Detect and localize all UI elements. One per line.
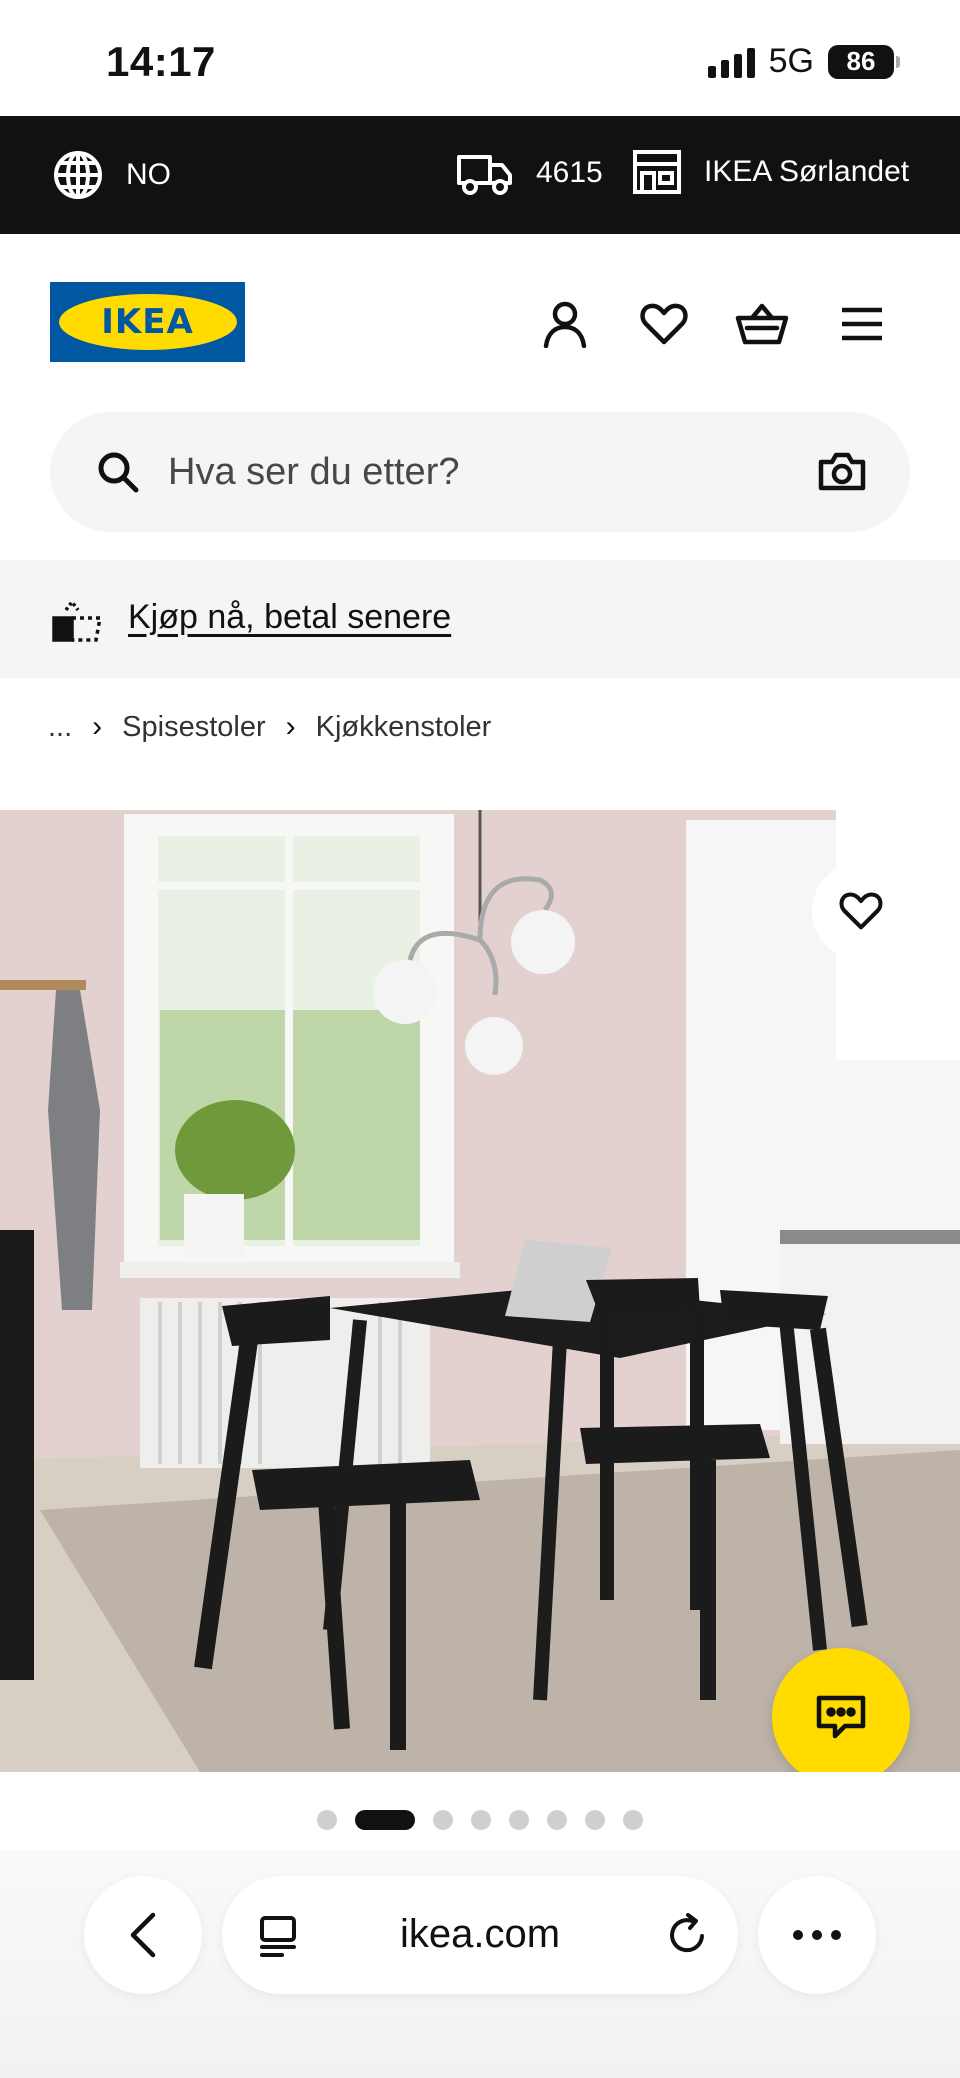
pay-later-link[interactable]: Kjøp nå, betal senere xyxy=(128,598,451,637)
delivery-postcode[interactable]: 4615 xyxy=(456,149,603,197)
carousel-dot[interactable] xyxy=(623,1810,643,1830)
carousel-dot[interactable] xyxy=(433,1810,453,1830)
carousel-dot[interactable] xyxy=(317,1810,337,1830)
basket-icon xyxy=(735,303,789,345)
truck-icon xyxy=(457,155,512,195)
chevron-right-icon: › xyxy=(92,710,103,743)
chat-icon xyxy=(816,1695,866,1739)
back-icon xyxy=(130,1912,156,1958)
store-icon xyxy=(633,150,681,194)
product-image[interactable] xyxy=(0,810,960,1772)
address-bar[interactable]: ikea.com xyxy=(222,1876,738,1994)
carousel-dot[interactable] xyxy=(547,1810,567,1830)
pay-later-icon xyxy=(52,599,102,642)
search-icon[interactable] xyxy=(96,450,140,494)
dining-room-photo xyxy=(0,810,960,1772)
top-utility-bar: NO 4615 IKEA Sørlandet xyxy=(0,116,960,234)
status-indicators: 5G 86 xyxy=(707,42,900,81)
search-bar xyxy=(50,412,910,532)
store-selector[interactable]: IKEA Sørlandet xyxy=(632,149,909,195)
wishlist-button[interactable] xyxy=(636,296,692,352)
breadcrumb-ellipsis[interactable]: ... xyxy=(48,711,72,744)
globe-icon xyxy=(54,151,102,199)
menu-icon xyxy=(842,307,882,341)
carousel-dot[interactable] xyxy=(471,1810,491,1830)
menu-button[interactable] xyxy=(834,296,890,352)
logo-oval: IKEA xyxy=(58,294,237,350)
network-label: 5G xyxy=(768,42,814,80)
site-header: IKEA xyxy=(0,234,960,406)
ikea-logo[interactable]: IKEA xyxy=(50,282,245,362)
back-button[interactable] xyxy=(84,1876,202,1994)
carousel-dot-active[interactable] xyxy=(355,1810,415,1830)
heart-icon xyxy=(839,892,883,930)
browser-toolbar: ikea.com xyxy=(0,1850,960,2078)
reload-icon[interactable] xyxy=(666,1912,708,1956)
store-label: IKEA Sørlandet xyxy=(704,155,910,188)
battery-level: 86 xyxy=(846,46,876,76)
breadcrumb-item-kitchen-chairs[interactable]: Kjøkkenstoler xyxy=(316,711,492,744)
more-button[interactable] xyxy=(758,1876,876,1994)
account-button[interactable] xyxy=(537,296,593,352)
status-bar: 14:17 5G 86 xyxy=(0,0,960,116)
chevron-right-icon: › xyxy=(285,710,296,743)
url-text: ikea.com xyxy=(399,1912,561,1956)
carousel-dot[interactable] xyxy=(509,1810,529,1830)
postcode-label: 4615 xyxy=(536,156,603,189)
account-icon xyxy=(543,301,587,348)
save-to-wishlist-button[interactable] xyxy=(812,862,910,960)
pay-later-banner: Kjøp nå, betal senere xyxy=(0,560,960,678)
signal-icon xyxy=(707,46,755,78)
language-label: NO xyxy=(126,158,171,191)
basket-button[interactable] xyxy=(734,296,790,352)
status-time: 14:17 xyxy=(106,38,216,85)
breadcrumb-item-dining-chairs[interactable]: Spisestoler xyxy=(122,711,265,744)
search-input[interactable] xyxy=(168,442,768,502)
breadcrumb: ... › Spisestoler › Kjøkkenstoler xyxy=(48,710,491,744)
carousel-dot[interactable] xyxy=(585,1810,605,1830)
logo-text: IKEA xyxy=(101,302,194,342)
more-icon xyxy=(793,1930,841,1940)
language-selector[interactable]: NO xyxy=(52,149,171,201)
heart-icon xyxy=(640,303,688,345)
camera-icon[interactable] xyxy=(818,450,866,492)
battery-icon: 86 xyxy=(828,44,900,79)
carousel-indicator xyxy=(0,1810,960,1830)
